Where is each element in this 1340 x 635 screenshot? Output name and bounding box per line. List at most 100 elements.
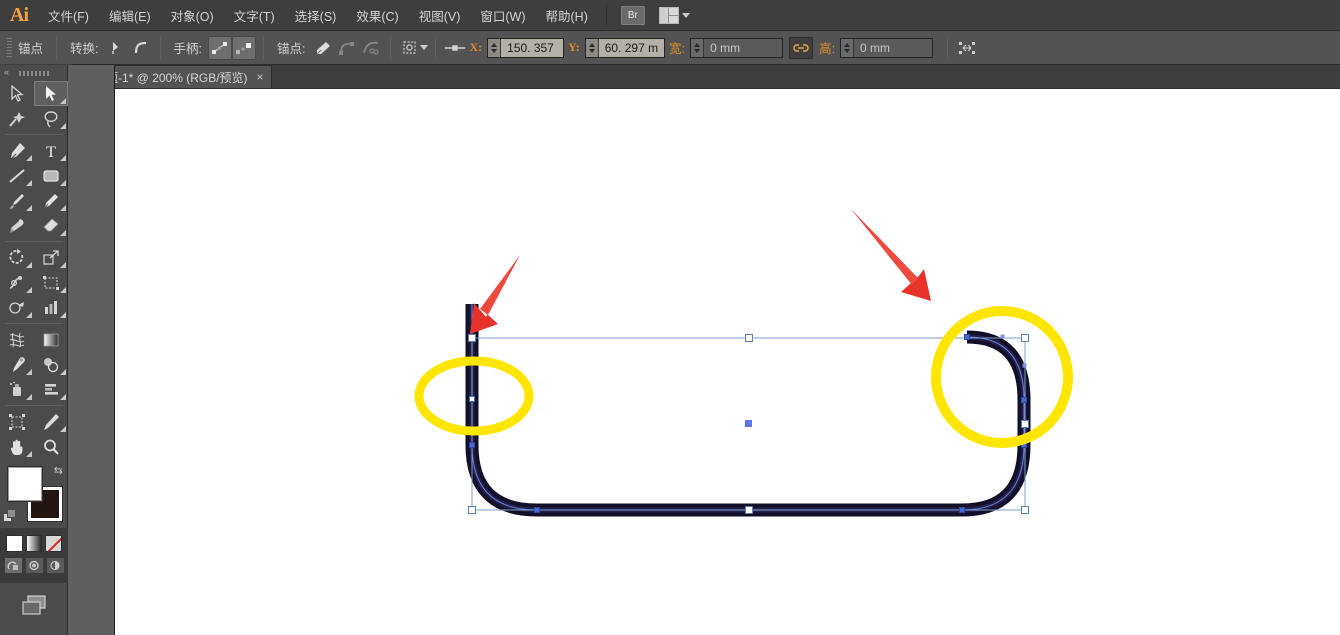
- swap-fill-stroke-icon[interactable]: ⇆: [54, 464, 63, 477]
- align-reference-icon: [443, 36, 467, 60]
- tool-slice[interactable]: [34, 409, 68, 434]
- width-field[interactable]: 0 mm: [690, 38, 783, 58]
- object-center-point: [745, 420, 752, 427]
- tool-selection[interactable]: [0, 81, 34, 106]
- tools-panel-grip[interactable]: [0, 65, 67, 81]
- menu-object[interactable]: 对象(O): [161, 0, 224, 31]
- artboard-canvas[interactable]: [115, 89, 1340, 635]
- tool-column-graph[interactable]: [34, 295, 68, 320]
- link-dimensions-icon[interactable]: [789, 37, 813, 59]
- bridge-icon[interactable]: Br: [621, 6, 645, 25]
- menu-view[interactable]: 视图(V): [409, 0, 471, 31]
- tool-gradient[interactable]: [34, 327, 68, 352]
- menu-edit[interactable]: 编辑(E): [99, 0, 161, 31]
- options-bar: 锚点 转换: 手柄: 锚点:: [0, 31, 1340, 65]
- handle-bottom-right: [1022, 507, 1029, 514]
- remove-anchor-pen-icon[interactable]: [311, 36, 335, 60]
- tool-artboard[interactable]: [0, 409, 34, 434]
- document-tab-bar: 未标题-1* @ 200% (RGB/预览) ×: [0, 65, 1340, 89]
- menu-divider: [606, 5, 607, 25]
- divider: [56, 37, 57, 59]
- tool-width[interactable]: [0, 270, 34, 295]
- tool-hand[interactable]: [0, 434, 34, 459]
- divider: [435, 37, 436, 59]
- anchor-point: [535, 508, 540, 513]
- tool-pen[interactable]: [0, 138, 34, 163]
- draw-mode-behind-button[interactable]: [25, 557, 44, 574]
- show-handles-icon[interactable]: [208, 36, 232, 60]
- cut-path-icon[interactable]: [359, 36, 383, 60]
- paint-mode-color-button[interactable]: [6, 535, 23, 552]
- tool-eraser[interactable]: [34, 213, 68, 238]
- tool-eyedropper[interactable]: [0, 352, 34, 377]
- tool-free-transform[interactable]: [34, 270, 68, 295]
- tool-rectangle[interactable]: [34, 163, 68, 188]
- convert-to-smooth-icon[interactable]: [129, 36, 153, 60]
- draw-mode-inside-button[interactable]: [46, 557, 65, 574]
- convert-to-corner-icon[interactable]: [105, 36, 129, 60]
- tool-rotate[interactable]: [0, 245, 34, 270]
- isolate-objects-icon[interactable]: [398, 36, 422, 60]
- hide-handles-icon[interactable]: [232, 36, 256, 60]
- height-field[interactable]: 0 mm: [840, 38, 933, 58]
- connect-anchors-icon[interactable]: [335, 36, 359, 60]
- paint-mode-group: [0, 528, 68, 583]
- tool-scale[interactable]: [34, 245, 68, 270]
- tools-grid: T: [0, 81, 67, 459]
- tool-type[interactable]: T: [34, 138, 68, 163]
- handle-middle-right: [1022, 421, 1029, 428]
- width-label: 宽:: [669, 38, 685, 57]
- tool-blend[interactable]: [34, 352, 68, 377]
- anchor-point: [1023, 364, 1027, 368]
- chevron-down-icon: [682, 13, 690, 18]
- tool-bar-graph[interactable]: [34, 377, 68, 402]
- menu-window[interactable]: 窗口(W): [470, 0, 535, 31]
- collapse-panel-icon[interactable]: «: [4, 67, 9, 77]
- x-stepper[interactable]: [488, 39, 501, 57]
- x-value: 150. 357: [501, 41, 563, 55]
- width-stepper[interactable]: [691, 39, 704, 57]
- y-position-field[interactable]: 60. 297 m: [585, 38, 665, 58]
- tool-mesh[interactable]: [0, 327, 34, 352]
- menu-file[interactable]: 文件(F): [38, 0, 99, 31]
- tool-pencil[interactable]: [34, 188, 68, 213]
- height-stepper[interactable]: [841, 39, 854, 57]
- arrange-documents-button[interactable]: [659, 7, 690, 24]
- y-stepper[interactable]: [586, 39, 599, 57]
- menu-effect[interactable]: 效果(C): [346, 0, 408, 31]
- paint-mode-gradient-button[interactable]: [26, 535, 43, 552]
- default-fill-stroke-icon[interactable]: [3, 509, 17, 523]
- tool-blob-brush[interactable]: [0, 213, 34, 238]
- transform-panel-icon[interactable]: [955, 36, 979, 60]
- tool-symbol-sprayer[interactable]: [0, 377, 34, 402]
- app-logo: Ai: [0, 0, 38, 31]
- convert-label: 转换:: [70, 38, 98, 57]
- close-icon[interactable]: ×: [257, 71, 264, 83]
- handle-top-left: [469, 335, 476, 342]
- tool-shape-builder[interactable]: [0, 295, 34, 320]
- menu-help[interactable]: 帮助(H): [536, 0, 598, 31]
- annotation-circle-right: [936, 311, 1068, 443]
- annotation-arrow-left: [470, 255, 520, 334]
- fill-swatch[interactable]: [8, 467, 42, 501]
- x-position-field[interactable]: 150. 357: [487, 38, 564, 58]
- anchor-point: [960, 508, 965, 513]
- menu-type[interactable]: 文字(T): [224, 0, 285, 31]
- tool-magic-wand[interactable]: [0, 106, 34, 131]
- tool-zoom[interactable]: [34, 434, 68, 459]
- options-bar-grip[interactable]: [4, 35, 12, 61]
- draw-mode-group: [0, 552, 68, 579]
- change-screen-mode-button[interactable]: [0, 583, 67, 617]
- draw-mode-normal-button[interactable]: [4, 557, 23, 574]
- tool-line-segment[interactable]: [0, 163, 34, 188]
- menu-select[interactable]: 选择(S): [285, 0, 347, 31]
- tool-direct-selection[interactable]: [34, 81, 68, 106]
- tool-lasso[interactable]: [34, 106, 68, 131]
- arrange-grid-icon: [659, 7, 679, 24]
- y-value: 60. 297 m: [599, 41, 664, 55]
- chevron-down-icon[interactable]: [420, 45, 428, 50]
- tools-panel: « T: [0, 65, 68, 635]
- tool-paintbrush[interactable]: [0, 188, 34, 213]
- handles-label: 手柄:: [174, 38, 202, 57]
- paint-mode-none-button[interactable]: [45, 535, 62, 552]
